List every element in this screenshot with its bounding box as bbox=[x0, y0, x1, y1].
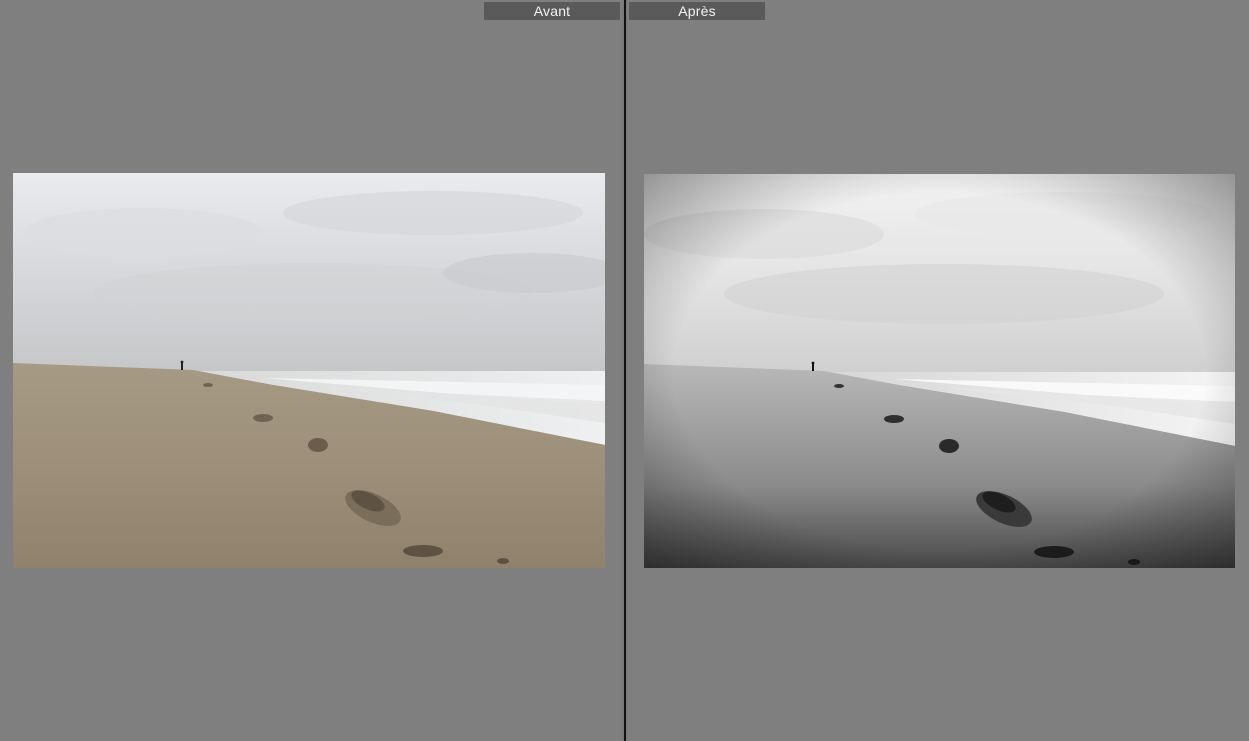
after-label: Après bbox=[629, 2, 765, 20]
split-divider[interactable] bbox=[622, 0, 627, 741]
before-photo[interactable] bbox=[13, 173, 605, 568]
after-photo[interactable] bbox=[644, 174, 1235, 568]
before-label: Avant bbox=[484, 2, 620, 20]
